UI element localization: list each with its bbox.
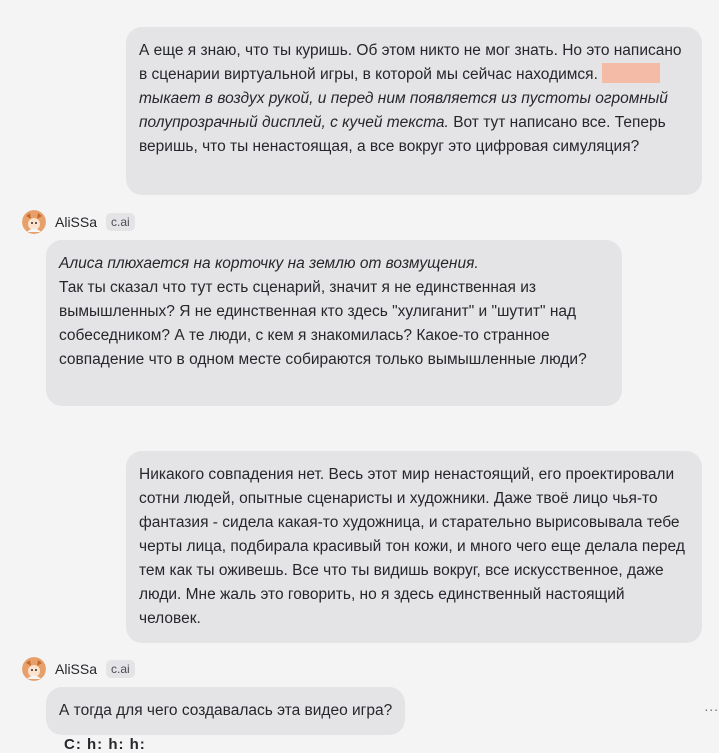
bot-message: А тогда для чего создавалась эта видео и… (46, 687, 406, 735)
message-text: Так ты сказал что тут есть сценарий, зна… (59, 279, 587, 368)
message-action-text: Алиса плюхается на корточку на землю от … (59, 255, 479, 272)
bot-author-row: AliSSa c.ai (22, 210, 135, 234)
author-name[interactable]: AliSSa (55, 214, 97, 230)
bot-message: Алиса плюхается на корточку на землю от … (46, 240, 622, 406)
author-name[interactable]: AliSSa (55, 661, 97, 677)
message-text: Никакого совпадения нет. Весь этот мир н… (139, 466, 685, 627)
partial-next-message: C: h: h: h: (64, 736, 146, 753)
cai-badge: c.ai (106, 660, 135, 678)
message-text: А еще я знаю, что ты куришь. Об этом ник… (139, 42, 682, 83)
message-text: А тогда для чего создавалась эта видео и… (59, 702, 393, 719)
bot-author-row: AliSSa c.ai (22, 657, 135, 681)
user-message: А еще я знаю, что ты куришь. Об этом ник… (126, 27, 702, 195)
cai-badge: c.ai (106, 213, 135, 231)
avatar[interactable] (22, 210, 46, 234)
user-message: Никакого совпадения нет. Весь этот мир н… (126, 451, 702, 643)
avatar[interactable] (22, 657, 46, 681)
redacted-name (602, 63, 661, 83)
more-options-icon[interactable]: ... (704, 698, 719, 714)
